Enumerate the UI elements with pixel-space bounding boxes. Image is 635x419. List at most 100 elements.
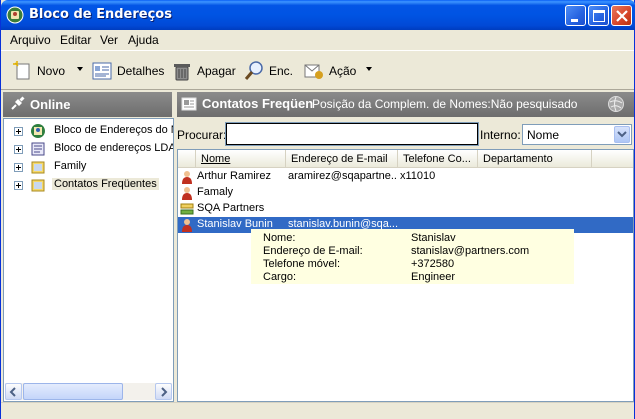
cell-telefone: x11010 <box>400 170 436 182</box>
arrow-left-icon <box>9 387 16 397</box>
column-telefone-label: Telefone Co... <box>403 153 471 165</box>
ldap-book-icon <box>31 142 45 156</box>
name-completion-status: Posição da Complem. de Nomes:Não pesquis… <box>312 97 578 111</box>
person-icon <box>182 171 192 184</box>
trash-icon <box>174 64 190 81</box>
menu-editar[interactable]: Editar <box>60 33 91 47</box>
tree-item-address-book[interactable]: Bloco de Endereços do N <box>4 122 174 140</box>
filter-dropdown-button[interactable] <box>614 126 630 143</box>
menu-bar: Arquivo Editar Ver Ajuda <box>1 30 634 49</box>
column-email-label: Endereço de E-mail <box>291 153 388 165</box>
expand-icon[interactable] <box>14 145 23 154</box>
tooltip-key: Endereço de E-mail: <box>263 245 363 257</box>
maximize-icon <box>593 10 605 22</box>
tooltip-key: Cargo: <box>263 271 297 283</box>
minimize-button[interactable] <box>565 5 586 26</box>
table-row[interactable]: SQA Partners <box>178 201 633 217</box>
tree-item-label: Contatos Freqüentes <box>52 178 159 190</box>
expand-icon[interactable] <box>14 181 23 190</box>
new-contact-icon <box>13 61 30 80</box>
search-icon <box>244 61 263 80</box>
filter-value: Nome <box>527 128 560 142</box>
tooltip-value: +372580 <box>411 258 455 270</box>
folder-icon <box>31 179 45 192</box>
tooltip-key: Telefone móvel: <box>263 258 341 270</box>
novo-label: Novo <box>37 64 66 78</box>
scroll-right-button[interactable] <box>155 383 172 400</box>
acao-label: Ação <box>329 64 357 78</box>
details-icon <box>92 62 112 80</box>
contacts-pane-title: Contatos Freqüen <box>202 96 314 111</box>
enc-label: Enc. <box>269 64 294 78</box>
expand-icon[interactable] <box>14 127 23 136</box>
scroll-thumb[interactable] <box>23 383 123 400</box>
person-icon <box>182 219 192 232</box>
tree-item-label: Bloco de Endereços do N <box>54 124 174 136</box>
column-filler <box>592 150 633 168</box>
cell-email: aramirez@sqapartne... <box>288 170 398 182</box>
filter-label: Interno: <box>480 128 521 142</box>
menu-ajuda[interactable]: Ajuda <box>128 33 159 47</box>
title-bar[interactable]: Bloco de Endereços <box>1 0 635 30</box>
arrow-right-icon <box>161 387 168 397</box>
online-pane-title: Online <box>30 97 71 112</box>
column-email[interactable]: Endereço de E-mail <box>286 150 398 168</box>
maximize-button[interactable] <box>588 5 609 26</box>
tree-item-label: Bloco de endereços LDAP <box>54 142 174 154</box>
globe-icon <box>608 96 624 112</box>
action-icon <box>304 64 323 79</box>
cell-nome: Arthur Ramirez <box>197 170 271 182</box>
search-label: Procurar: <box>177 128 227 142</box>
column-nome[interactable]: Nome <box>196 150 286 168</box>
person-icon <box>182 187 192 200</box>
minimize-icon <box>571 19 578 22</box>
tree-horizontal-scrollbar[interactable] <box>5 383 172 400</box>
apagar-label: Apagar <box>197 64 236 78</box>
toolbar: Novo Detalhes Apagar Enc. Ação <box>1 50 634 90</box>
chevron-down-icon <box>617 131 627 138</box>
filter-select[interactable]: Nome <box>522 124 632 145</box>
online-plug-icon <box>11 96 25 110</box>
search-row: Procurar: Interno: Nome <box>177 120 634 148</box>
main-window: Bloco de Endereços Arquivo Editar Ver Aj… <box>0 0 635 419</box>
novo-button[interactable]: Novo <box>11 58 65 84</box>
column-icon-header[interactable] <box>178 150 196 168</box>
tooltip-value: stanislav@partners.com <box>411 245 530 257</box>
expand-icon[interactable] <box>14 163 23 172</box>
enc-button[interactable]: Enc. <box>243 58 293 84</box>
search-input[interactable] <box>225 122 479 146</box>
tree-item-family[interactable]: Family <box>4 158 173 176</box>
apagar-button[interactable]: Apagar <box>171 58 236 84</box>
tree-item-contatos-frequentes[interactable]: Contatos Freqüentes <box>4 176 173 194</box>
cell-nome: SQA Partners <box>197 202 265 214</box>
online-pane-header: Online <box>3 92 172 117</box>
address-book-tree[interactable]: Bloco de Endereços do N Bloco de endereç… <box>3 118 174 402</box>
close-icon <box>616 10 628 22</box>
tooltip-value: Engineer <box>411 271 456 283</box>
contact-tooltip: Nome: Stanislav Endereço de E-mail: stan… <box>251 229 574 284</box>
address-book-app-icon <box>6 6 24 24</box>
address-book-icon <box>31 124 45 138</box>
tree-item-ldap[interactable]: Bloco de endereços LDAP <box>4 140 174 158</box>
folder-icon <box>31 161 45 174</box>
window-title: Bloco de Endereços <box>29 7 172 22</box>
table-row[interactable]: Arthur Ramirez aramirez@sqapartne... x11… <box>178 169 633 185</box>
scroll-left-button[interactable] <box>5 383 22 400</box>
column-telefone[interactable]: Telefone Co... <box>398 150 478 168</box>
menu-ver[interactable]: Ver <box>100 33 118 47</box>
novo-dropdown-arrow[interactable] <box>77 67 83 71</box>
acao-button[interactable]: Ação <box>303 58 356 84</box>
group-icon <box>180 203 194 215</box>
menu-arquivo[interactable]: Arquivo <box>10 33 51 47</box>
acao-dropdown-arrow[interactable] <box>366 67 372 71</box>
address-book-header-icon <box>181 97 197 111</box>
table-row[interactable]: Famaly <box>178 185 633 201</box>
tooltip-key: Nome: <box>263 232 296 244</box>
cell-nome: Famaly <box>197 186 234 198</box>
detalhes-button[interactable]: Detalhes <box>91 58 164 84</box>
status-bar <box>1 402 634 419</box>
tooltip-value: Stanislav <box>411 232 456 244</box>
column-nome-label: Nome <box>201 153 231 165</box>
column-departamento[interactable]: Departamento <box>478 150 592 168</box>
close-button[interactable] <box>611 5 632 26</box>
